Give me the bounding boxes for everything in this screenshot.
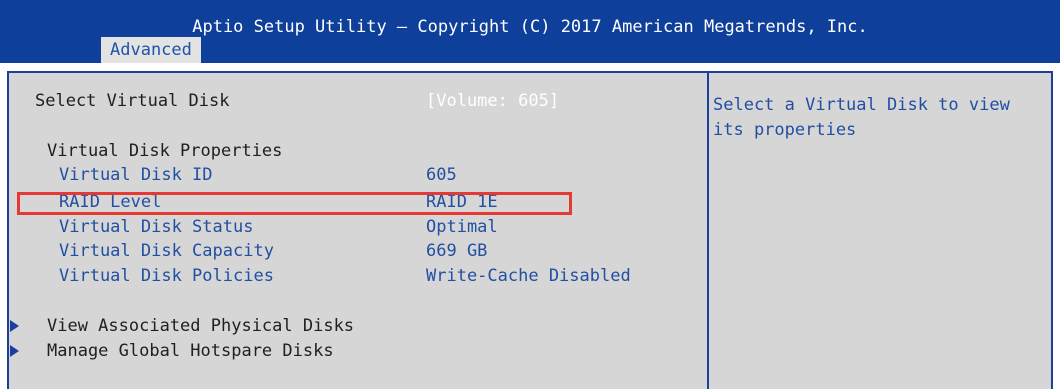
help-text: Select a Virtual Disk to view its proper… bbox=[713, 95, 1010, 140]
select-virtual-disk-value[interactable]: [Volume: 605] bbox=[426, 91, 559, 111]
triangle-right-icon bbox=[10, 345, 19, 357]
section-heading: Virtual Disk Properties bbox=[47, 141, 283, 161]
select-virtual-disk-label[interactable]: Select Virtual Disk bbox=[35, 91, 229, 111]
window-title: Aptio Setup Utility – Copyright (C) 2017… bbox=[192, 17, 868, 37]
title-bar: Aptio Setup Utility – Copyright (C) 2017… bbox=[0, 0, 1060, 63]
property-label-virtual-disk-id: Virtual Disk ID bbox=[59, 165, 213, 185]
raid-level-highlight-box bbox=[17, 192, 572, 215]
panel-divider bbox=[707, 71, 709, 389]
property-label-virtual-disk-status: Virtual Disk Status bbox=[59, 217, 254, 237]
property-value-virtual-disk-id: 605 bbox=[426, 165, 457, 185]
property-label-virtual-disk-policies: Virtual Disk Policies bbox=[59, 266, 274, 286]
property-value-virtual-disk-capacity: 669 GB bbox=[426, 241, 488, 261]
property-label-virtual-disk-capacity: Virtual Disk Capacity bbox=[59, 241, 274, 261]
triangle-right-icon bbox=[10, 320, 19, 332]
property-value-virtual-disk-policies: Write-Cache Disabled bbox=[426, 266, 631, 286]
tab-advanced[interactable]: Advanced bbox=[101, 37, 201, 63]
submenu-view-associated-physical-disks[interactable]: View Associated Physical Disks bbox=[47, 316, 354, 336]
property-value-virtual-disk-status: Optimal bbox=[426, 217, 498, 237]
submenu-manage-global-hotspare-disks[interactable]: Manage Global Hotspare Disks bbox=[47, 341, 334, 361]
